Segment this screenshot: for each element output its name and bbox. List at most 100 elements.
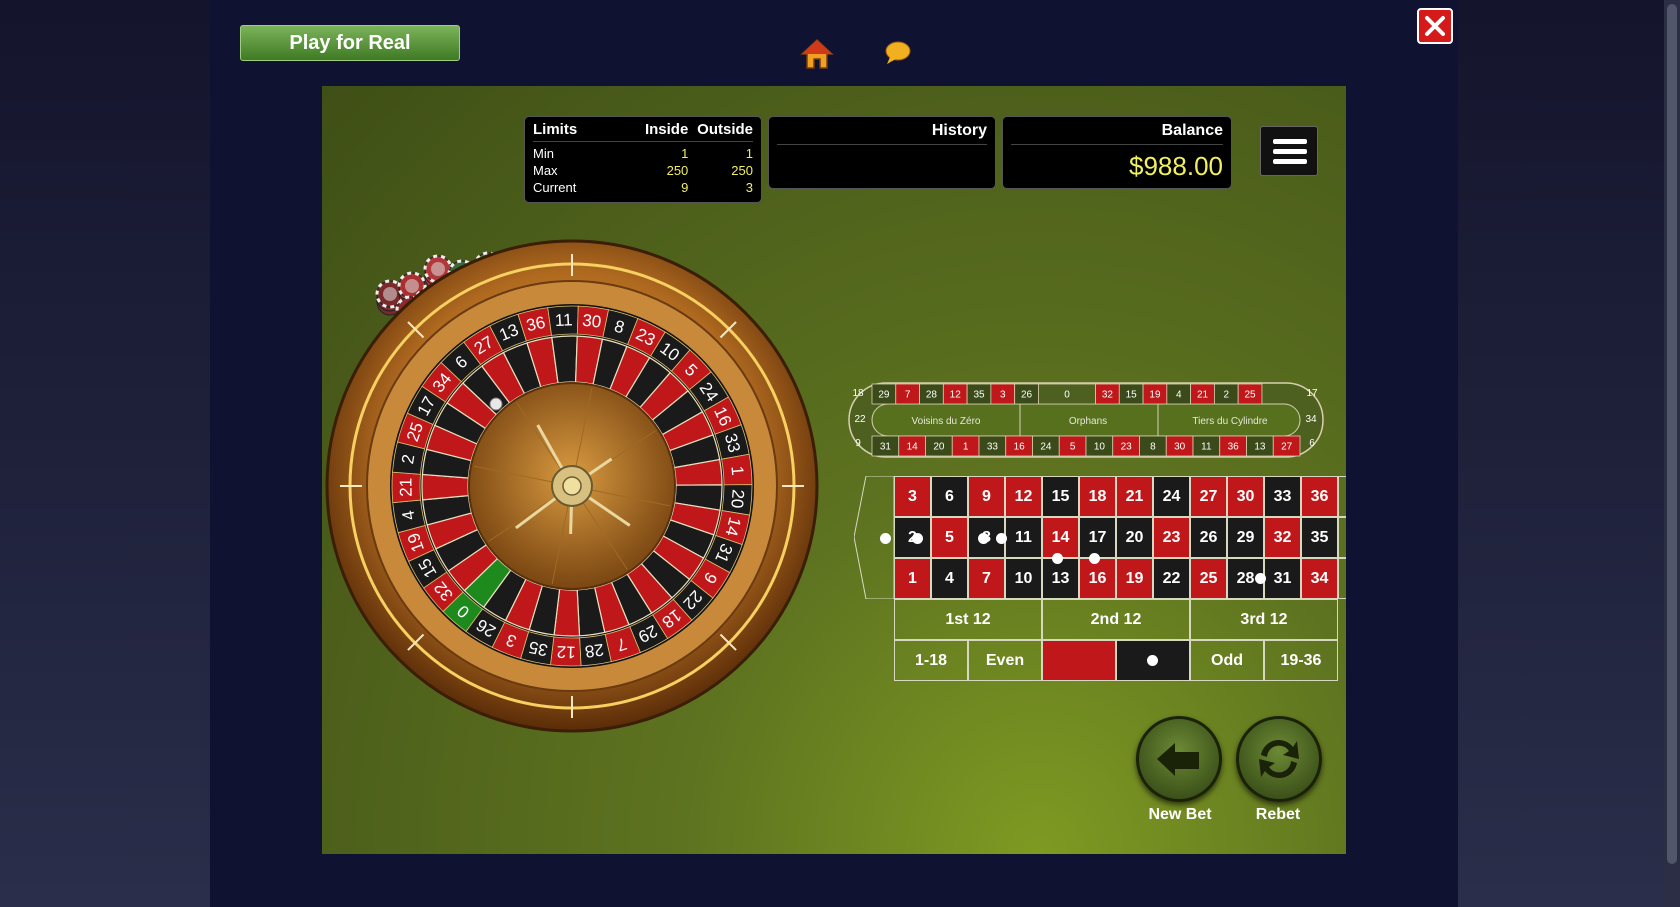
racetrack-cell[interactable]: 1	[951, 435, 980, 457]
number-cell[interactable]: 29	[1227, 517, 1264, 558]
number-cell[interactable]: 7	[968, 558, 1005, 599]
racetrack-cell[interactable]: 7	[895, 383, 920, 405]
number-cell[interactable]: 13	[1042, 558, 1079, 599]
scrollbar-thumb[interactable]	[1667, 4, 1677, 864]
number-cell[interactable]: 22	[1153, 558, 1190, 599]
number-cell[interactable]: 4	[931, 558, 968, 599]
number-cell[interactable]: 26	[1190, 517, 1227, 558]
black-bet-cell[interactable]	[1116, 640, 1190, 681]
number-cell[interactable]: 1	[894, 558, 931, 599]
number-cell[interactable]: 34	[1301, 558, 1338, 599]
racetrack-tiers[interactable]: Tiers du Cylindre	[1192, 416, 1268, 427]
chat-icon[interactable]	[884, 40, 912, 66]
number-cell[interactable]: 25	[1190, 558, 1227, 599]
menu-button[interactable]	[1260, 126, 1318, 176]
number-cell[interactable]: 16	[1079, 558, 1116, 599]
racetrack-cell[interactable]: 25	[1237, 383, 1263, 405]
number-cell[interactable]: 35	[1301, 517, 1338, 558]
racetrack-cell[interactable]: 31	[871, 435, 900, 457]
number-cell[interactable]: 27	[1190, 476, 1227, 517]
number-cell[interactable]: 10	[1005, 558, 1042, 599]
racetrack-cell[interactable]: 15	[1118, 383, 1144, 405]
column-bet-cell[interactable]: 2:1	[1338, 558, 1346, 599]
number-cell[interactable]: 33	[1264, 476, 1301, 517]
racetrack-cell[interactable]: 24	[1032, 435, 1060, 457]
number-cell[interactable]: 8	[968, 517, 1005, 558]
number-cell[interactable]: 30	[1227, 476, 1264, 517]
racetrack-cell[interactable]: 0	[1038, 383, 1096, 405]
number-cell[interactable]: 28	[1227, 558, 1264, 599]
new-bet-button[interactable]	[1136, 716, 1222, 802]
racetrack-cell[interactable]: 12	[942, 383, 968, 405]
racetrack-cell[interactable]: 28	[919, 383, 944, 405]
racetrack-cell[interactable]: 11	[1192, 435, 1221, 457]
number-cell[interactable]: 9	[968, 476, 1005, 517]
racetrack-cell[interactable]: 27	[1272, 435, 1301, 457]
number-cell[interactable]: 12	[1005, 476, 1042, 517]
number-cell[interactable]: 18	[1079, 476, 1116, 517]
racetrack-cell[interactable]: 3	[990, 383, 1016, 405]
racetrack-cell[interactable]: 36	[1219, 435, 1247, 457]
racetrack-cell[interactable]: 35	[966, 383, 992, 405]
column-bet-cell[interactable]: 2:1	[1338, 476, 1346, 517]
racetrack-cell[interactable]: 20	[925, 435, 953, 457]
close-button[interactable]	[1417, 8, 1453, 44]
racetrack-end-label[interactable]: 9	[855, 438, 861, 449]
red-bet-cell[interactable]	[1042, 640, 1116, 681]
number-cell[interactable]: 23	[1153, 517, 1190, 558]
racetrack-cell[interactable]: 26	[1014, 383, 1039, 405]
number-cell[interactable]: 3	[894, 476, 931, 517]
number-cell[interactable]: 6	[931, 476, 968, 517]
racetrack-cell[interactable]: 33	[978, 435, 1007, 457]
number-cell[interactable]: 2	[894, 517, 931, 558]
racetrack-cell[interactable]: 30	[1165, 435, 1194, 457]
zero-bet-cell[interactable]	[854, 476, 894, 599]
column-bet-cell[interactable]: 2:1	[1338, 517, 1346, 558]
racetrack-cell[interactable]: 19	[1142, 383, 1168, 405]
racetrack-end-label[interactable]: 22	[854, 414, 866, 425]
racetrack-cell[interactable]: 23	[1112, 435, 1140, 457]
number-cell[interactable]: 24	[1153, 476, 1190, 517]
odd-bet-cell[interactable]: Odd	[1190, 640, 1264, 681]
even-bet-cell[interactable]: Even	[968, 640, 1042, 681]
high-bet-cell[interactable]: 19-36	[1264, 640, 1338, 681]
racetrack-cell[interactable]: 10	[1085, 435, 1114, 457]
number-cell[interactable]: 5	[931, 517, 968, 558]
low-bet-cell[interactable]: 1-18	[894, 640, 968, 681]
number-cell[interactable]: 19	[1116, 558, 1153, 599]
racetrack-cell[interactable]: 21	[1190, 383, 1215, 405]
number-cell[interactable]: 17	[1079, 517, 1116, 558]
racetrack-cell[interactable]: 16	[1005, 435, 1033, 457]
number-cell[interactable]: 32	[1264, 517, 1301, 558]
racetrack-cell[interactable]: 8	[1139, 435, 1167, 457]
dozen-bet-cell[interactable]: 2nd 12	[1042, 599, 1190, 640]
number-cell[interactable]: 15	[1042, 476, 1079, 517]
number-cell[interactable]: 36	[1301, 476, 1338, 517]
number-cell[interactable]: 21	[1116, 476, 1153, 517]
play-for-real-button[interactable]: Play for Real	[240, 25, 460, 61]
dozen-bet-cell[interactable]: 3rd 12	[1190, 599, 1338, 640]
racetrack[interactable]: 29 7 28 12 35 3 26 0 32 15 19 4 21 2 25 31 14 20 1 33 16 24 5 1…	[848, 382, 1324, 458]
dozen-bet-cell[interactable]: 1st 12	[894, 599, 1042, 640]
racetrack-cell[interactable]: 2	[1213, 383, 1239, 405]
racetrack-cell[interactable]: 4	[1166, 383, 1192, 405]
rebet-button[interactable]	[1236, 716, 1322, 802]
number-cell[interactable]: 20	[1116, 517, 1153, 558]
racetrack-cell[interactable]: 29	[871, 383, 897, 405]
racetrack-cell[interactable]: 14	[898, 435, 926, 457]
number-cell[interactable]: 14	[1042, 517, 1079, 558]
racetrack-cell[interactable]: 5	[1058, 435, 1087, 457]
home-icon[interactable]	[800, 38, 834, 70]
racetrack-end-label[interactable]: 18	[852, 388, 864, 399]
racetrack-end-label[interactable]: 17	[1306, 388, 1318, 399]
number-cell[interactable]: 31	[1264, 558, 1301, 599]
racetrack-cell[interactable]: 13	[1246, 435, 1274, 457]
number-cell[interactable]: 11	[1005, 517, 1042, 558]
racetrack-orphans[interactable]: Orphans	[1069, 416, 1107, 427]
racetrack-end-label[interactable]: 34	[1305, 414, 1317, 425]
wheel-ball-pocket	[421, 473, 470, 501]
racetrack-end-label[interactable]: 6	[1309, 438, 1315, 449]
racetrack-cell[interactable]: 32	[1095, 383, 1120, 405]
scrollbar[interactable]	[1664, 0, 1680, 907]
racetrack-voisins[interactable]: Voisins du Zéro	[912, 416, 981, 427]
